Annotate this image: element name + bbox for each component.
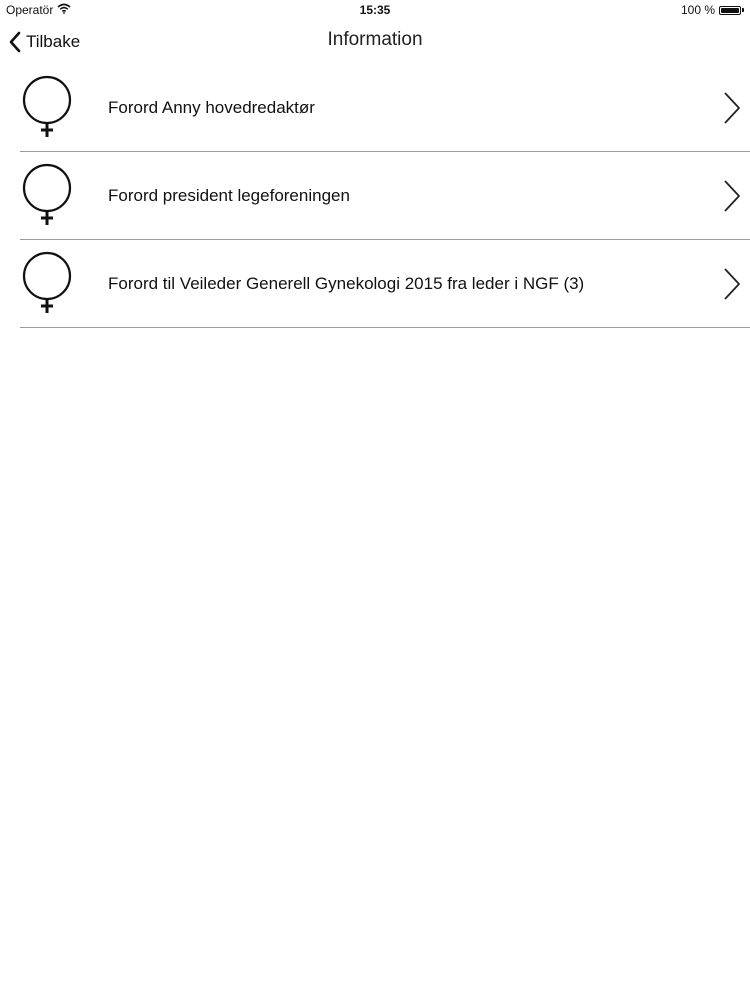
female-symbol-icon	[20, 73, 74, 139]
list-item[interactable]: Forord til Veileder Generell Gynekologi …	[20, 240, 750, 328]
nav-bar: Tilbake Information	[0, 20, 750, 64]
chevron-right-icon	[722, 179, 742, 213]
battery-icon	[719, 5, 741, 15]
page-title: Information	[327, 29, 423, 50]
chevron-right-icon	[722, 267, 742, 301]
list-item-label: Forord Anny hovedredaktør	[108, 98, 315, 117]
list-item[interactable]: Forord president legeforeningen	[20, 152, 750, 240]
information-list: Forord Anny hovedredaktør Forord preside…	[0, 64, 750, 328]
battery-tip	[742, 8, 744, 12]
list-item-label: Forord til Veileder Generell Gynekologi …	[108, 274, 585, 293]
status-right: 100 %	[681, 3, 744, 17]
list-item-label: Forord president legeforeningen	[108, 186, 350, 205]
chevron-right-icon	[722, 91, 742, 125]
screen: Operatör 15:35 100 % Tilbake Information…	[0, 0, 750, 1000]
battery-percent: 100 %	[680, 3, 715, 17]
battery-fill	[721, 7, 739, 13]
list-item[interactable]: Forord Anny hovedredaktør	[20, 64, 750, 152]
status-time: 15:35	[359, 3, 391, 17]
status-bar: Operatör 15:35 100 %	[0, 0, 750, 20]
female-symbol-icon	[20, 161, 74, 227]
female-symbol-icon	[20, 249, 74, 315]
